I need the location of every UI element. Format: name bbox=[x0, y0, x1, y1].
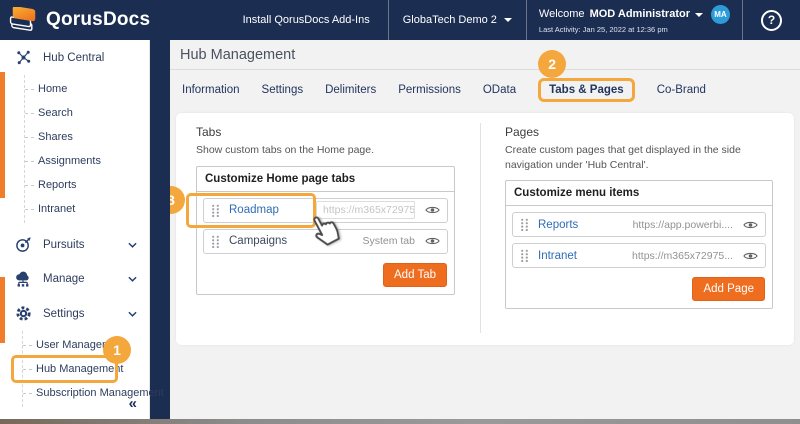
table-row-reports: Reports https://app.powerbi.... bbox=[512, 212, 766, 238]
qorusdocs-logo-icon bbox=[9, 7, 39, 33]
tab-delimiters[interactable]: Delimiters bbox=[325, 79, 376, 101]
sidebar-item-shares[interactable]: Shares bbox=[25, 125, 149, 149]
chevron-down-icon bbox=[128, 273, 137, 285]
page-name-reports[interactable]: Reports bbox=[538, 219, 616, 231]
avatar[interactable]: MA bbox=[711, 5, 730, 25]
home-page-tabs-table: Customize Home page tabs Roadmap https:/… bbox=[157, 165, 455, 295]
sidebar-item-settings[interactable]: Settings bbox=[0, 296, 149, 331]
tabs-and-pages-panel: Tabs Show custom tabs on the Home page. … bbox=[157, 113, 794, 345]
chevron-down-icon bbox=[695, 12, 703, 17]
tenant-selector[interactable]: GlobaTech Demo 2 bbox=[387, 0, 526, 40]
pages-section-heading: Pages bbox=[505, 125, 540, 139]
sidebar-item-manage[interactable]: Manage bbox=[0, 262, 149, 296]
tab-settings[interactable]: Settings bbox=[262, 79, 304, 101]
tenant-name: GlobaTech Demo 2 bbox=[402, 14, 497, 26]
drag-handle-icon[interactable] bbox=[520, 218, 529, 232]
sidebar-item-label: Settings bbox=[43, 307, 85, 320]
tab-co-brand[interactable]: Co-Brand bbox=[657, 79, 706, 101]
page-title-bar: Hub Management bbox=[170, 40, 800, 70]
network-icon bbox=[13, 49, 33, 66]
sidebar-item-pursuits[interactable]: Pursuits bbox=[0, 227, 149, 262]
page-url: https://m365x72975... bbox=[632, 249, 733, 262]
cloud-org-icon bbox=[13, 271, 33, 287]
table-footer: Add Tab bbox=[203, 260, 448, 290]
screen-bottom-edge bbox=[0, 419, 800, 424]
active-section-accent-bar bbox=[0, 277, 5, 343]
page-url: https://app.powerbi.... bbox=[632, 218, 733, 231]
chevron-down-icon bbox=[503, 18, 512, 22]
sidebar-item-label: Hub Central bbox=[43, 51, 105, 64]
sidebar-rail-divider bbox=[150, 40, 170, 419]
drag-handle-icon[interactable] bbox=[520, 249, 529, 263]
tab-information[interactable]: Information bbox=[182, 79, 240, 101]
pages-section: Pages Create custom pages that get displ… bbox=[481, 113, 794, 345]
pages-section-description: Create custom pages that get displayed i… bbox=[505, 144, 741, 171]
hub-central-submenu: Home Search Shares Assignments Reports I… bbox=[24, 75, 149, 223]
brand: QorusDocs bbox=[0, 0, 229, 40]
menu-items-table: Customize menu items Reports https://app… bbox=[505, 180, 773, 310]
help-button[interactable]: ? bbox=[742, 0, 800, 40]
sidebar-item-hub-central[interactable]: Hub Central bbox=[0, 40, 149, 75]
sidebar-item-search[interactable]: Search bbox=[25, 101, 149, 125]
drag-handle-icon[interactable] bbox=[211, 235, 220, 248]
sidebar-item-label: Hub Management bbox=[36, 363, 124, 375]
question-mark-icon: ? bbox=[761, 9, 782, 31]
callout-step-1: 1 bbox=[103, 336, 131, 364]
last-activity: Last Activity: Jan 25, 2022 at 12:36 pm bbox=[538, 25, 668, 35]
sidebar: Hub Central Home Search Shares Assignmen… bbox=[0, 40, 164, 419]
app-window: QorusDocs Install QorusDocs Add-Ins Glob… bbox=[0, 0, 800, 424]
table-header: Customize menu items bbox=[506, 181, 772, 207]
target-icon bbox=[13, 236, 33, 253]
add-page-button[interactable]: Add Page bbox=[692, 277, 765, 302]
top-header: QorusDocs Install QorusDocs Add-Ins Glob… bbox=[0, 0, 800, 40]
tab-label: Tabs & Pages bbox=[549, 84, 624, 96]
page-name-intranet[interactable]: Intranet bbox=[538, 250, 616, 262]
tab-name-campaigns[interactable]: Campaigns bbox=[229, 235, 307, 247]
sidebar-item-assignments[interactable]: Assignments bbox=[25, 149, 149, 173]
install-addins-link[interactable]: Install QorusDocs Add-Ins bbox=[229, 0, 388, 40]
sidebar-item-hub-management[interactable]: Hub Management 1 bbox=[11, 336, 149, 383]
hub-management-tabs: Information Settings Delimiters Permissi… bbox=[170, 50, 800, 110]
table-footer: Add Page bbox=[512, 274, 766, 304]
eye-icon[interactable] bbox=[743, 251, 758, 261]
eye-icon[interactable] bbox=[425, 205, 440, 215]
gear-icon bbox=[13, 305, 33, 322]
table-body: Reports https://app.powerbi.... Intranet… bbox=[506, 206, 772, 308]
user-name: MOD Administrator bbox=[589, 7, 690, 20]
table-row-intranet: Intranet https://m365x72975... bbox=[512, 243, 766, 269]
page-title: Hub Management bbox=[180, 46, 296, 63]
tabs-section-heading: Tabs bbox=[196, 125, 222, 139]
tabs-section-description: Show custom tabs on the Home page. bbox=[196, 144, 375, 156]
add-tab-button[interactable]: Add Tab bbox=[383, 262, 447, 287]
chevron-down-icon bbox=[128, 239, 137, 251]
tab-odata[interactable]: OData bbox=[483, 79, 516, 101]
sidebar-item-reports[interactable]: Reports bbox=[25, 173, 149, 197]
drag-handle-icon[interactable] bbox=[211, 204, 220, 217]
callout-step-2: 2 bbox=[538, 50, 567, 78]
active-section-accent-bar bbox=[0, 72, 5, 198]
table-body: Roadmap https://m365x72975... 3 Campaign… bbox=[157, 185, 454, 294]
sidebar-item-label: Pursuits bbox=[43, 238, 85, 251]
user-menu[interactable]: Welcome MOD Administrator MA Last Activi… bbox=[525, 0, 742, 40]
table-row-roadmap: Roadmap https://m365x72975... 3 bbox=[157, 185, 448, 246]
table-header: Customize Home page tabs bbox=[197, 167, 454, 192]
brand-name: QorusDocs bbox=[46, 9, 151, 30]
chevron-down-icon bbox=[128, 308, 137, 320]
tab-permissions[interactable]: Permissions bbox=[398, 79, 461, 101]
main-content: Hub Management Information Settings Deli… bbox=[157, 40, 800, 419]
tab-tabs-and-pages[interactable]: Tabs & Pages 2 bbox=[538, 50, 635, 102]
sidebar-collapse-button[interactable]: « bbox=[129, 395, 137, 412]
sidebar-item-home[interactable]: Home bbox=[25, 77, 149, 101]
sidebar-item-label: Manage bbox=[43, 273, 85, 285]
tabs-section: Tabs Show custom tabs on the Home page. … bbox=[157, 113, 480, 345]
welcome-label: Welcome bbox=[538, 7, 585, 20]
tab-name-roadmap[interactable]: Roadmap bbox=[229, 204, 307, 216]
sidebar-item-intranet[interactable]: Intranet bbox=[25, 197, 149, 221]
eye-icon[interactable] bbox=[425, 236, 440, 246]
eye-icon[interactable] bbox=[743, 220, 758, 230]
